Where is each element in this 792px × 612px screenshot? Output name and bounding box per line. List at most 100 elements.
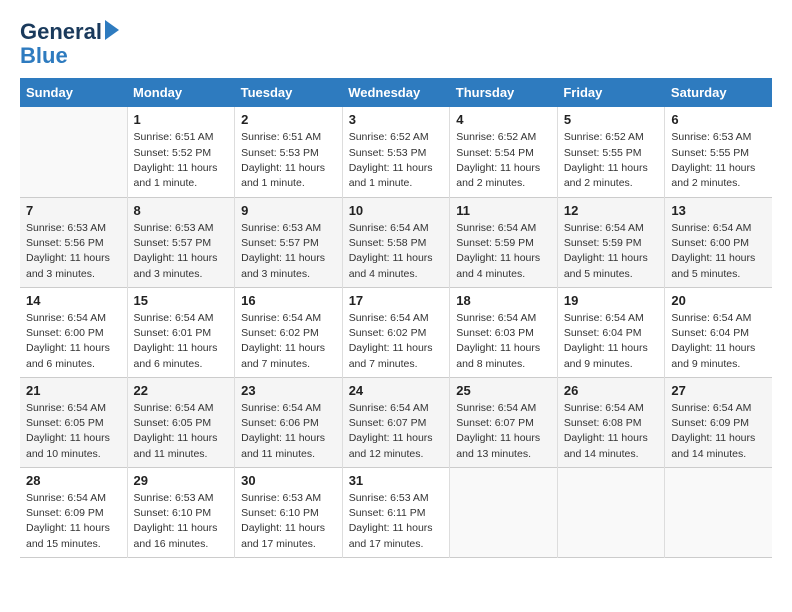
day-number: 20 [671,293,766,308]
day-info: Sunrise: 6:54 AMSunset: 6:00 PMDaylight:… [26,311,121,372]
day-number: 2 [241,112,336,127]
day-info: Sunrise: 6:52 AMSunset: 5:55 PMDaylight:… [564,130,659,191]
day-number: 9 [241,203,336,218]
calendar-week-1: 1Sunrise: 6:51 AMSunset: 5:52 PMDaylight… [20,107,772,197]
day-number: 12 [564,203,659,218]
day-number: 6 [671,112,766,127]
header-tuesday: Tuesday [235,78,343,107]
calendar-cell [557,467,665,557]
calendar-cell: 29 Sunrise: 6:53 AMSunset: 6:10 PMDayligh… [127,467,235,557]
day-info: Sunrise: 6:54 AMSunset: 6:02 PMDaylight:… [241,311,336,372]
day-info: Sunrise: 6:54 AMSunset: 6:06 PMDaylight:… [241,401,336,462]
calendar-cell: 9 Sunrise: 6:53 AMSunset: 5:57 PMDaylight… [235,197,343,287]
header-friday: Friday [557,78,665,107]
calendar-cell: 30 Sunrise: 6:53 AMSunset: 6:10 PMDayligh… [235,467,343,557]
calendar-cell: 14 Sunrise: 6:54 AMSunset: 6:00 PMDayligh… [20,287,127,377]
calendar-cell: 24 Sunrise: 6:54 AMSunset: 6:07 PMDayligh… [342,377,450,467]
calendar-cell: 13 Sunrise: 6:54 AMSunset: 6:00 PMDayligh… [665,197,772,287]
header-saturday: Saturday [665,78,772,107]
calendar-cell: 3 Sunrise: 6:52 AMSunset: 5:53 PMDaylight… [342,107,450,197]
day-info: Sunrise: 6:54 AMSunset: 6:07 PMDaylight:… [349,401,444,462]
day-number: 8 [134,203,229,218]
day-number: 26 [564,383,659,398]
calendar-cell: 7Sunrise: 6:53 AMSunset: 5:56 PMDaylight… [20,197,127,287]
day-info: Sunrise: 6:53 AMSunset: 5:57 PMDaylight:… [134,221,229,282]
day-number: 22 [134,383,229,398]
day-number: 30 [241,473,336,488]
day-info: Sunrise: 6:54 AMSunset: 6:07 PMDaylight:… [456,401,551,462]
header-wednesday: Wednesday [342,78,450,107]
calendar-cell: 26Sunrise: 6:54 AMSunset: 6:08 PMDayligh… [557,377,665,467]
calendar-cell: 11 Sunrise: 6:54 AMSunset: 5:59 PMDayligh… [450,197,558,287]
calendar-week-5: 28Sunrise: 6:54 AMSunset: 6:09 PMDayligh… [20,467,772,557]
calendar-cell: 8 Sunrise: 6:53 AMSunset: 5:57 PMDaylight… [127,197,235,287]
day-info: Sunrise: 6:54 AMSunset: 6:04 PMDaylight:… [671,311,766,372]
day-number: 15 [134,293,229,308]
day-number: 25 [456,383,551,398]
calendar-cell [20,107,127,197]
day-number: 27 [671,383,766,398]
day-info: Sunrise: 6:53 AMSunset: 5:57 PMDaylight:… [241,221,336,282]
day-info: Sunrise: 6:52 AMSunset: 5:53 PMDaylight:… [349,130,444,191]
calendar-cell: 27 Sunrise: 6:54 AMSunset: 6:09 PMDayligh… [665,377,772,467]
calendar-cell [665,467,772,557]
day-info: Sunrise: 6:54 AMSunset: 6:03 PMDaylight:… [456,311,551,372]
logo-text: General [20,20,102,44]
day-info: Sunrise: 6:54 AMSunset: 5:59 PMDaylight:… [564,221,659,282]
day-info: Sunrise: 6:54 AMSunset: 6:02 PMDaylight:… [349,311,444,372]
day-info: Sunrise: 6:53 AMSunset: 6:10 PMDaylight:… [241,491,336,552]
calendar-cell: 25 Sunrise: 6:54 AMSunset: 6:07 PMDayligh… [450,377,558,467]
calendar-cell: 10 Sunrise: 6:54 AMSunset: 5:58 PMDayligh… [342,197,450,287]
calendar-week-2: 7Sunrise: 6:53 AMSunset: 5:56 PMDaylight… [20,197,772,287]
day-info: Sunrise: 6:53 AMSunset: 6:11 PMDaylight:… [349,491,444,552]
day-number: 3 [349,112,444,127]
day-info: Sunrise: 6:54 AMSunset: 6:09 PMDaylight:… [26,491,121,552]
calendar-cell: 5 Sunrise: 6:52 AMSunset: 5:55 PMDaylight… [557,107,665,197]
day-number: 14 [26,293,121,308]
calendar-cell: 28Sunrise: 6:54 AMSunset: 6:09 PMDayligh… [20,467,127,557]
day-info: Sunrise: 6:54 AMSunset: 6:01 PMDaylight:… [134,311,229,372]
calendar-cell: 6 Sunrise: 6:53 AMSunset: 5:55 PMDaylight… [665,107,772,197]
day-number: 7 [26,203,121,218]
day-number: 10 [349,203,444,218]
calendar-cell: 18 Sunrise: 6:54 AMSunset: 6:03 PMDayligh… [450,287,558,377]
day-number: 21 [26,383,121,398]
day-info: Sunrise: 6:53 AMSunset: 6:10 PMDaylight:… [134,491,229,552]
day-info: Sunrise: 6:53 AMSunset: 5:55 PMDaylight:… [671,130,766,191]
day-info: Sunrise: 6:54 AMSunset: 6:00 PMDaylight:… [671,221,766,282]
day-number: 18 [456,293,551,308]
day-info: Sunrise: 6:52 AMSunset: 5:54 PMDaylight:… [456,130,551,191]
calendar-cell: 12 Sunrise: 6:54 AMSunset: 5:59 PMDayligh… [557,197,665,287]
day-number: 23 [241,383,336,398]
day-number: 19 [564,293,659,308]
page-header: General Blue [20,20,772,68]
day-info: Sunrise: 6:54 AMSunset: 5:59 PMDaylight:… [456,221,551,282]
header-thursday: Thursday [450,78,558,107]
day-number: 11 [456,203,551,218]
day-number: 5 [564,112,659,127]
calendar-cell: 1Sunrise: 6:51 AMSunset: 5:52 PMDaylight… [127,107,235,197]
day-number: 13 [671,203,766,218]
day-info: Sunrise: 6:54 AMSunset: 6:09 PMDaylight:… [671,401,766,462]
logo: General Blue [20,20,119,68]
day-info: Sunrise: 6:54 AMSunset: 6:05 PMDaylight:… [134,401,229,462]
day-number: 17 [349,293,444,308]
calendar-cell: 2Sunrise: 6:51 AMSunset: 5:53 PMDaylight… [235,107,343,197]
calendar-cell: 4Sunrise: 6:52 AMSunset: 5:54 PMDaylight… [450,107,558,197]
day-number: 16 [241,293,336,308]
logo-arrow-icon [105,20,119,40]
calendar-cell: 16 Sunrise: 6:54 AMSunset: 6:02 PMDayligh… [235,287,343,377]
day-info: Sunrise: 6:54 AMSunset: 5:58 PMDaylight:… [349,221,444,282]
day-info: Sunrise: 6:51 AMSunset: 5:52 PMDaylight:… [134,130,229,191]
calendar-cell: 17 Sunrise: 6:54 AMSunset: 6:02 PMDayligh… [342,287,450,377]
calendar-cell: 23 Sunrise: 6:54 AMSunset: 6:06 PMDayligh… [235,377,343,467]
day-number: 31 [349,473,444,488]
calendar-header-row: SundayMondayTuesdayWednesdayThursdayFrid… [20,78,772,107]
calendar-cell: 15 Sunrise: 6:54 AMSunset: 6:01 PMDayligh… [127,287,235,377]
calendar-table: SundayMondayTuesdayWednesdayThursdayFrid… [20,78,772,558]
calendar-cell: 20 Sunrise: 6:54 AMSunset: 6:04 PMDayligh… [665,287,772,377]
day-info: Sunrise: 6:54 AMSunset: 6:04 PMDaylight:… [564,311,659,372]
day-number: 29 [134,473,229,488]
day-number: 24 [349,383,444,398]
day-info: Sunrise: 6:54 AMSunset: 6:05 PMDaylight:… [26,401,121,462]
